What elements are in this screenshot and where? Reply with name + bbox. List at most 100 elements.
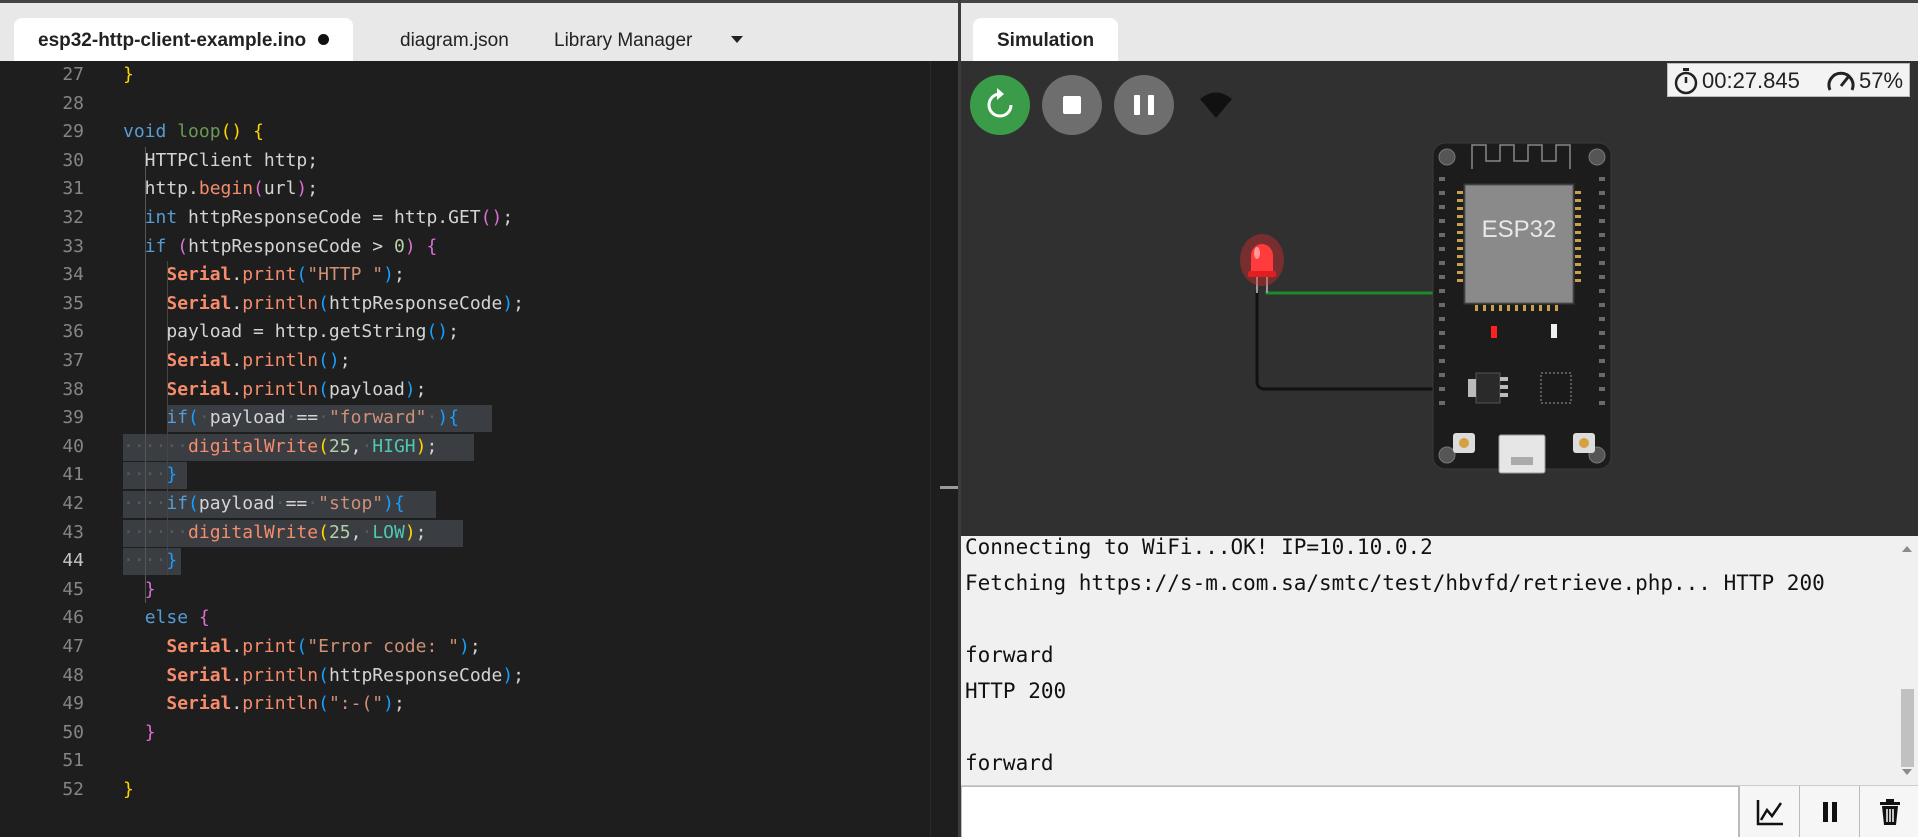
line-number: 42: [62, 493, 84, 514]
code-line: 36 payload = http.getString();: [0, 318, 930, 347]
editor-scroll-position-marker: [940, 486, 958, 489]
code-text: }: [144, 721, 156, 743]
code-text: }: [123, 779, 134, 800]
wifi-icon: [1200, 92, 1232, 118]
scroll-down-icon[interactable]: [1902, 769, 1912, 775]
simulation-tab-bar: Simulation: [961, 0, 1918, 64]
line-number: 37: [62, 350, 84, 371]
code-text: Serial.println(httpResponseCode);: [166, 664, 525, 686]
indent-guide: [145, 147, 146, 603]
line-number: 47: [62, 636, 84, 657]
code-line: 34 Serial.print("HTTP ");: [0, 261, 930, 290]
code-line: 32 int httpResponseCode = http.GET();: [0, 204, 930, 233]
code-text: if (httpResponseCode > 0) {: [144, 235, 438, 257]
code-area[interactable]: 27} 28 29 void loop() { 30 HTTPClient htt…: [0, 61, 958, 837]
speedometer-icon: [1827, 71, 1855, 91]
tab-sketch-file[interactable]: esp32-http-client-example.ino: [14, 18, 354, 64]
tab-library-manager-label: Library Manager: [554, 30, 693, 51]
code-text: ····if(payload·==·"stop"){: [123, 493, 405, 514]
chart-icon: [1756, 800, 1783, 826]
line-number: 46: [62, 607, 84, 629]
tab-sketch-file-label: esp32-http-client-example.ino: [38, 30, 307, 51]
line-number: 52: [62, 779, 84, 800]
simulation-speed: 57%: [1859, 68, 1904, 93]
serial-monitor-output[interactable]: Connecting to WiFi...OK! IP=10.10.0.2 Fe…: [961, 536, 1918, 785]
code-line: 33 if (httpResponseCode > 0) {: [0, 233, 930, 262]
circuit-diagram: ESP32: [1240, 142, 1612, 474]
line-number: 44: [62, 550, 84, 572]
unsaved-indicator-icon: [318, 34, 330, 45]
tab-diagram-json[interactable]: diagram.json: [376, 18, 533, 64]
tab-simulation[interactable]: Simulation: [973, 18, 1119, 64]
code-line: 27}: [0, 61, 930, 90]
tab-diagram-json-label: diagram.json: [400, 30, 509, 51]
tab-library-manager[interactable]: Library Manager: [530, 18, 716, 64]
code-line: 40 ······digitalWrite(25,·HIGH);: [0, 433, 930, 462]
serial-line: forward: [965, 643, 1054, 667]
code-line: 38 Serial.println(payload);: [0, 376, 930, 405]
pause-simulation-button[interactable]: [1114, 75, 1174, 135]
serial-pause-button[interactable]: [1799, 786, 1859, 837]
serial-line: Connecting to WiFi...OK! IP=10.10.0.2: [965, 536, 1433, 559]
code-text: }: [123, 64, 134, 85]
editor-scrollbar[interactable]: [930, 61, 958, 837]
serial-scrollbar[interactable]: [1897, 536, 1918, 785]
stop-simulation-button[interactable]: [1042, 75, 1102, 135]
code-text: ······digitalWrite(25,·HIGH);: [123, 435, 438, 457]
code-text: void loop() {: [123, 121, 264, 143]
code-line: 48 Serial.println(httpResponseCode);: [0, 662, 930, 691]
serial-line: Fetching https://s-m.com.sa/smtc/test/hb…: [965, 571, 1825, 595]
line-number: 27: [62, 64, 84, 85]
esp32-board[interactable]: ESP32: [1432, 142, 1612, 474]
line-number: 30: [62, 149, 84, 171]
code-line: 41 ····}: [0, 461, 930, 490]
code-line: 29 void loop() {: [0, 118, 930, 147]
black-wire: [1255, 291, 1438, 391]
code-line: 51: [0, 747, 930, 776]
code-text: Serial.println(":-(");: [166, 693, 405, 715]
line-number: 41: [62, 464, 84, 486]
code-text: else {: [144, 607, 210, 629]
trash-icon: [1880, 799, 1900, 825]
stopwatch-icon: [1674, 68, 1698, 95]
code-text: Serial.print("HTTP ");: [166, 264, 405, 286]
stop-icon: [1063, 96, 1081, 114]
code-text: Serial.println(httpResponseCode);: [166, 292, 525, 314]
code-text: }: [144, 578, 156, 600]
code-line: 49 Serial.println(":-(");: [0, 690, 930, 719]
code-text: ····}: [123, 464, 178, 486]
serial-input-bar: [961, 785, 1918, 837]
line-number: 48: [62, 664, 84, 686]
tabs-dropdown-icon[interactable]: [731, 36, 743, 43]
code-line: 47 Serial.print("Error code: ");: [0, 633, 930, 662]
code-text: Serial.print("Error code: ");: [166, 636, 481, 657]
led[interactable]: [1240, 234, 1284, 293]
code-text: int httpResponseCode = http.GET();: [144, 207, 514, 228]
code-text: Serial.println(payload);: [166, 378, 427, 400]
serial-plotter-button[interactable]: [1739, 786, 1799, 837]
line-number: 49: [62, 693, 84, 715]
simulation-canvas[interactable]: ESP32 00:27.845 57%: [961, 61, 1918, 536]
code-line: 43 ······digitalWrite(25,·LOW);: [0, 519, 930, 548]
serial-input[interactable]: [961, 786, 1739, 837]
line-number: 36: [62, 321, 84, 343]
code-line: 44 ····}: [0, 547, 930, 576]
clear-serial-button[interactable]: [1859, 786, 1918, 837]
code-line: 52}: [0, 776, 930, 805]
scroll-up-icon[interactable]: [1902, 546, 1912, 552]
code-line: 45 }: [0, 576, 930, 605]
code-line: 30 HTTPClient http;: [0, 147, 930, 176]
restart-icon: [987, 88, 1013, 118]
serial-scroll-thumb[interactable]: [1901, 689, 1914, 767]
restart-simulation-button[interactable]: [970, 75, 1030, 135]
code-text: if(·payload·==·"forward"·){: [166, 407, 460, 429]
code-line: 39 if(·payload·==·"forward"·){: [0, 404, 930, 433]
esp32-chip-label: ESP32: [1482, 216, 1557, 243]
green-wire: [1265, 291, 1438, 295]
code-text: HTTPClient http;: [123, 149, 319, 171]
code-text: ····}: [123, 550, 178, 572]
code-text: http.begin(url);: [123, 178, 319, 200]
line-number: 28: [62, 92, 84, 114]
simulation-timer: 00:27.845: [1702, 68, 1800, 93]
line-number: 43: [62, 521, 84, 543]
